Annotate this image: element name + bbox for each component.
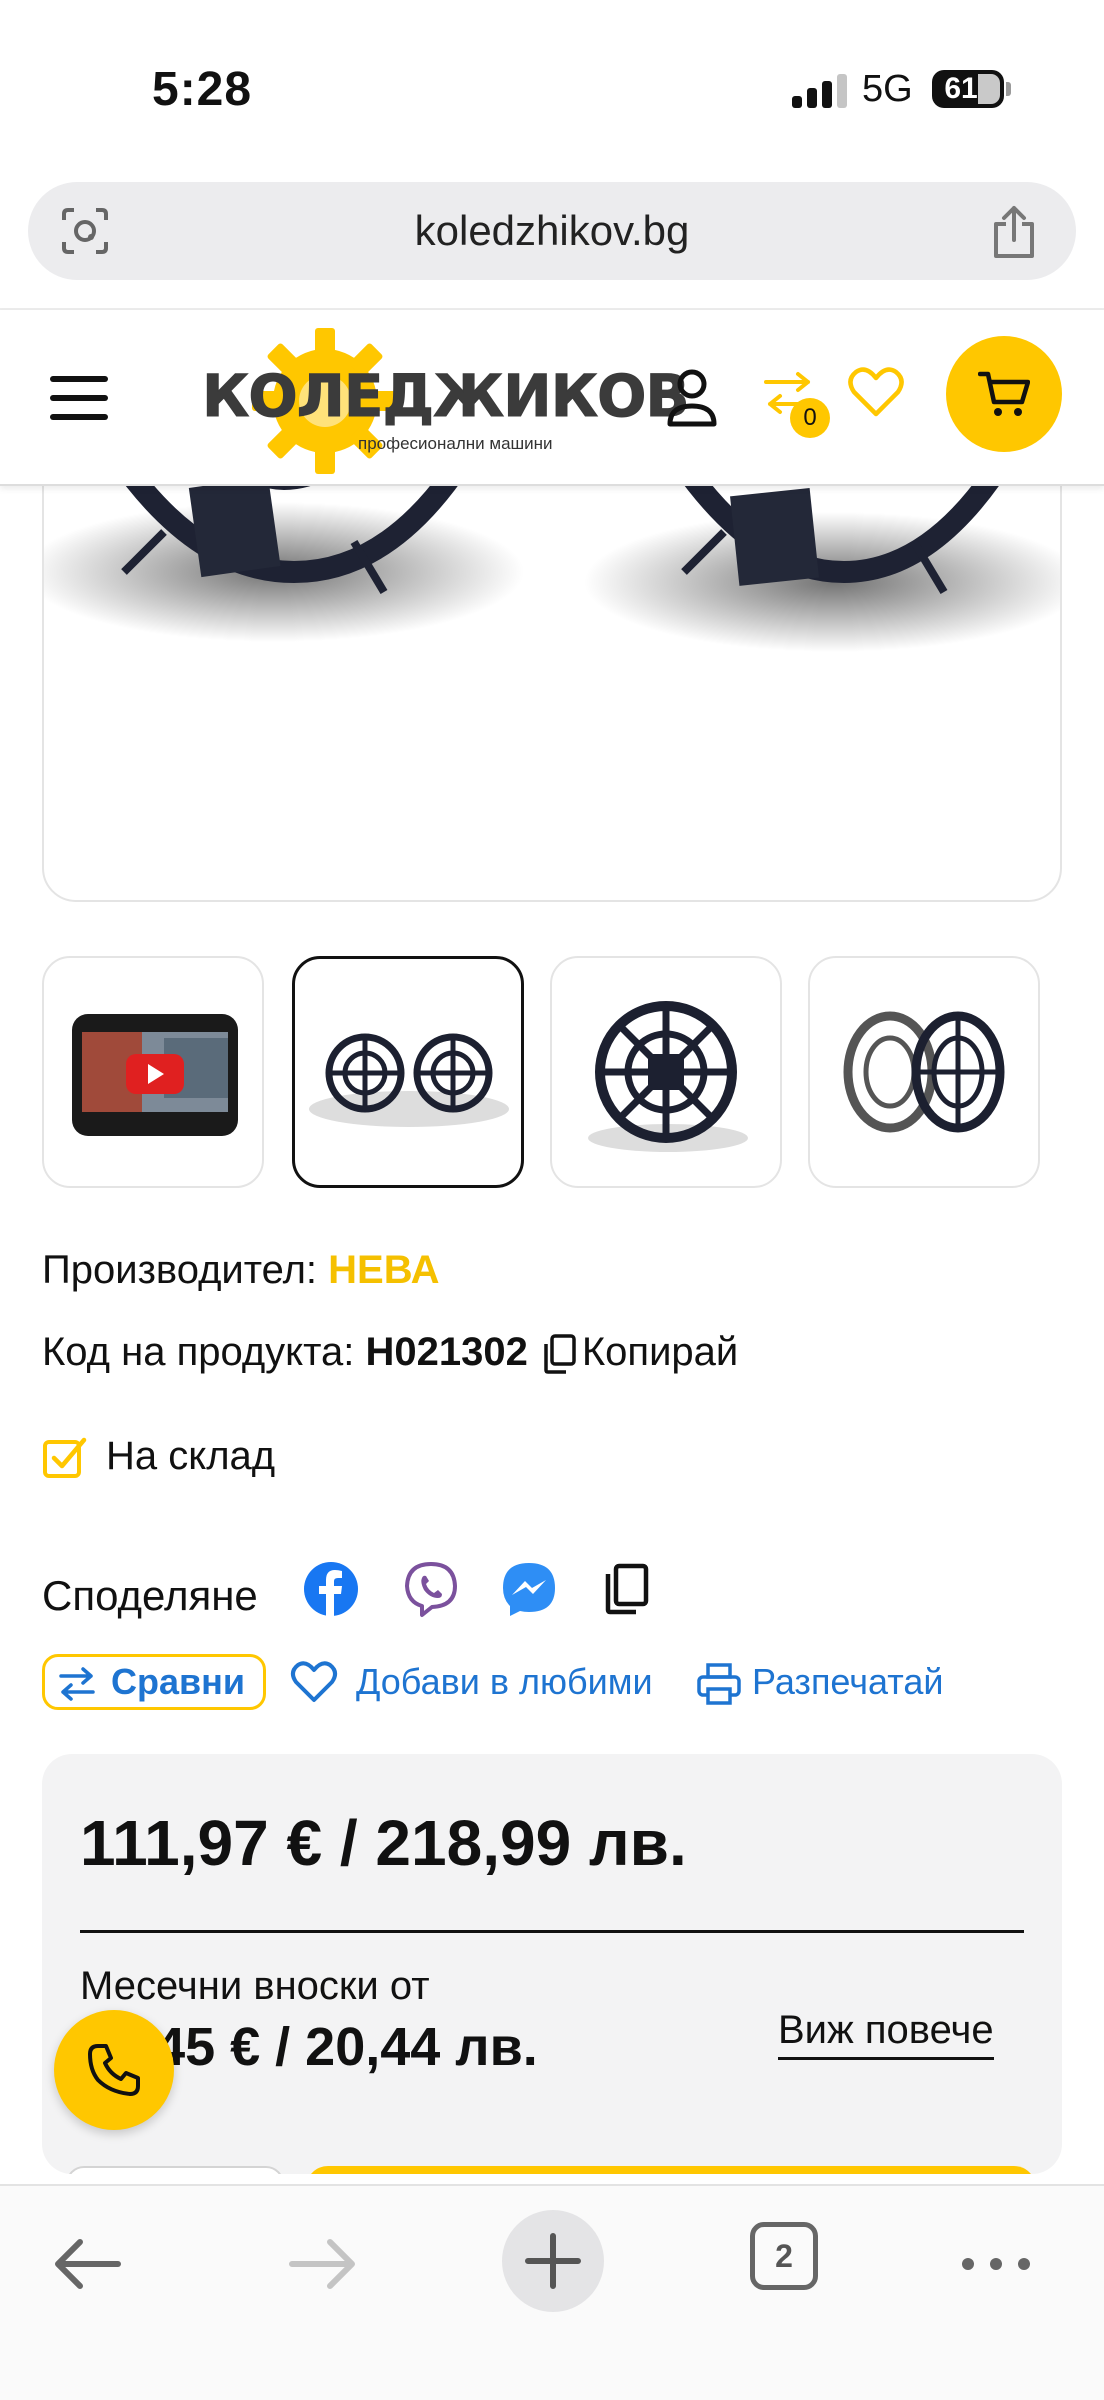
logo-subtitle: професионални машини	[358, 434, 553, 453]
new-tab-button[interactable]	[502, 2210, 604, 2312]
thumbnail-video[interactable]	[42, 956, 264, 1188]
url-text[interactable]: koledzhikov.bg	[28, 182, 1076, 280]
product-code-label: Код на продукта:	[42, 1330, 355, 1374]
wheels-side-thumbnail	[843, 1011, 1005, 1133]
thumbnail-strip	[0, 956, 1104, 1188]
compare-label: Сравни	[111, 1661, 246, 1702]
phone-icon	[88, 2044, 140, 2096]
cart-icon	[978, 371, 1030, 416]
product-photo	[44, 422, 1060, 652]
signal-strength-icon	[792, 74, 848, 108]
in-stock-check-icon	[43, 1437, 87, 1478]
wheels-pair-thumbnail	[309, 1033, 509, 1127]
share-icon[interactable]	[988, 204, 1040, 260]
product-code-row: Код на продукта: H021302 Копирай	[42, 1330, 738, 1375]
site-logo[interactable]: КОЛЕДЖИКОВ професионални машини	[202, 320, 690, 476]
share-label: Споделяне	[42, 1572, 258, 1619]
facebook-icon[interactable]	[302, 1560, 360, 1618]
hamburger-menu-icon[interactable]	[50, 376, 110, 420]
forward-arrow-icon[interactable]	[272, 2214, 372, 2314]
call-button[interactable]	[54, 2010, 174, 2130]
stock-status: На склад	[106, 1434, 276, 1478]
more-options-icon[interactable]	[946, 2214, 1046, 2314]
monthly-installments-label: Месечни вноски от	[80, 1964, 430, 2008]
site-header: КОЛЕДЖИКОВ професионални машини 0	[0, 310, 1104, 486]
compare-count-badge: 0	[790, 398, 830, 438]
product-code-value: H021302	[365, 1330, 528, 1374]
battery-icon: 61	[932, 70, 1004, 108]
network-type: 5G	[862, 68, 913, 110]
price-divider	[80, 1930, 1024, 1933]
battery-tip	[1006, 82, 1011, 96]
quantity-selector[interactable]	[66, 2166, 284, 2174]
address-bar[interactable]: koledzhikov.bg	[28, 182, 1076, 280]
viber-icon[interactable]	[402, 1560, 460, 1618]
print-label: Разпечатай	[752, 1661, 944, 1702]
plus-icon	[525, 2233, 581, 2289]
thumbnail-image-2[interactable]	[292, 956, 524, 1188]
compare-arrows-icon	[59, 1667, 95, 1701]
add-to-cart-button[interactable]	[306, 2166, 1036, 2174]
logo-text: КОЛЕДЖИКОВ	[202, 362, 691, 431]
copy-icon[interactable]	[542, 1334, 576, 1375]
user-account-icon[interactable]	[664, 366, 720, 432]
favorites-label: Добави в любими	[356, 1661, 653, 1702]
manufacturer-link[interactable]: НЕВА	[328, 1248, 439, 1292]
back-arrow-icon[interactable]	[38, 2214, 138, 2314]
status-time: 5:28	[152, 63, 253, 116]
manufacturer-label: Производител:	[42, 1248, 318, 1292]
product-price: 111,97 € / 218,99 лв.	[80, 1807, 687, 1879]
copy-link-icon[interactable]	[598, 1560, 656, 1618]
status-bar: 5:28 5G 61	[0, 0, 1104, 170]
browser-toolbar: 2	[0, 2184, 1104, 2400]
compare-button[interactable]: Сравни	[42, 1654, 266, 1710]
thumbnail-image-4[interactable]	[808, 956, 1040, 1188]
product-main-image[interactable]	[42, 420, 1062, 902]
video-thumbnail	[72, 1014, 238, 1136]
copy-code-button[interactable]: Копирай	[582, 1330, 738, 1374]
heart-outline-icon	[291, 1661, 337, 1702]
tab-switcher-button[interactable]: 2	[750, 2222, 818, 2290]
wishlist-heart-icon[interactable]	[848, 366, 904, 418]
manufacturer-row: Производител: НЕВА	[42, 1248, 440, 1293]
battery-level: 61	[944, 72, 978, 105]
price-card: 111,97 € / 218,99 лв. Месечни вноски от …	[42, 1754, 1062, 2174]
thumbnail-image-3[interactable]	[550, 956, 782, 1188]
printer-icon	[697, 1663, 741, 1705]
see-more-link[interactable]: Виж повече	[778, 2008, 994, 2060]
messenger-icon[interactable]	[500, 1560, 558, 1618]
single-wheel-thumbnail	[588, 1001, 748, 1152]
cart-button[interactable]	[946, 336, 1062, 452]
